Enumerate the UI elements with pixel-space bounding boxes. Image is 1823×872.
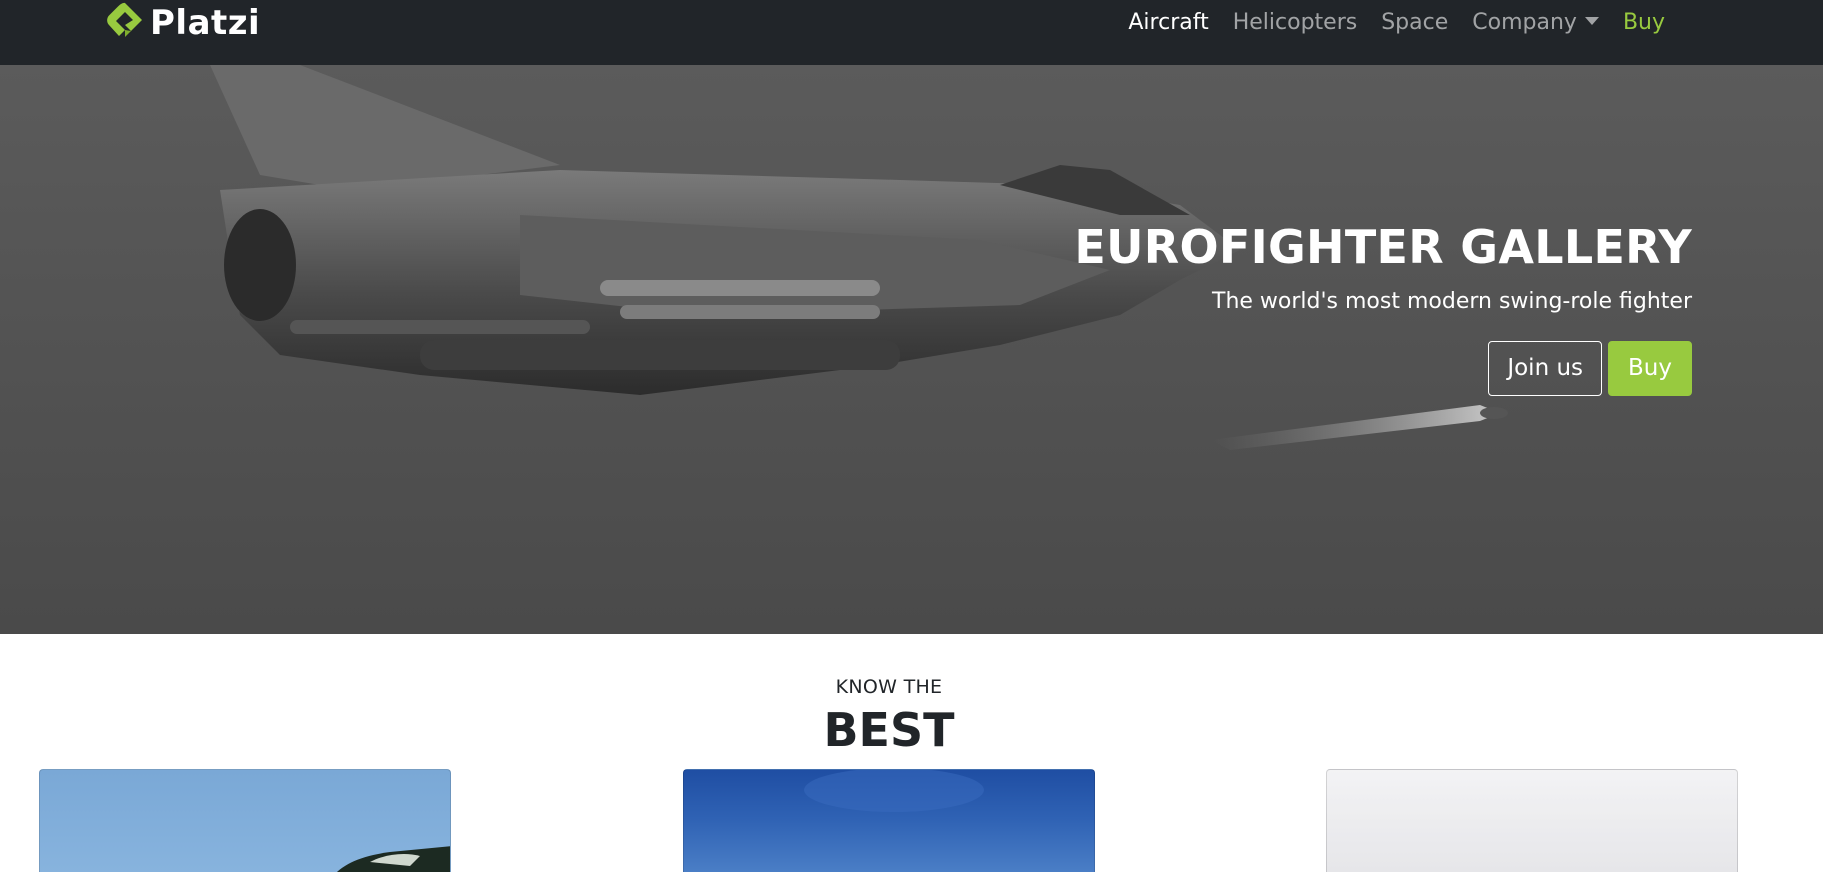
brand-name: Platzi bbox=[150, 3, 261, 43]
hero-title: EUROFIGHTER GALLERY bbox=[1074, 220, 1692, 274]
top-navbar: Platzi Aircraft Helicopters Space Compan… bbox=[0, 0, 1823, 65]
nav-dropdown-company[interactable]: Company bbox=[1472, 0, 1599, 46]
gallery-card-2-image[interactable] bbox=[683, 769, 1095, 872]
gallery-card-1-image[interactable] bbox=[39, 769, 451, 872]
caret-down-icon bbox=[1584, 17, 1599, 25]
section-kicker: KNOW THE bbox=[835, 676, 943, 698]
blue-sky-image bbox=[804, 770, 984, 812]
section-title: BEST bbox=[823, 703, 955, 757]
nav-link-helicopters[interactable]: Helicopters bbox=[1233, 0, 1358, 46]
hero-subtitle: The world's most modern swing-role fight… bbox=[1212, 289, 1692, 314]
jet-closeup-image bbox=[336, 846, 450, 872]
join-us-button[interactable]: Join us bbox=[1488, 341, 1603, 396]
nav-link-buy[interactable]: Buy bbox=[1623, 0, 1665, 46]
platzi-logo-icon bbox=[107, 2, 142, 37]
main-nav: Aircraft Helicopters Space Company Buy bbox=[1104, 0, 1665, 46]
hero-content: EUROFIGHTER GALLERY The world's most mod… bbox=[1074, 219, 1692, 396]
brand-link[interactable]: Platzi bbox=[104, 0, 260, 46]
nav-link-space[interactable]: Space bbox=[1381, 0, 1448, 46]
nav-link-aircraft[interactable]: Aircraft bbox=[1128, 0, 1208, 46]
hero-banner: EUROFIGHTER GALLERY The world's most mod… bbox=[0, 65, 1823, 634]
gallery-card-3-image[interactable] bbox=[1326, 769, 1738, 872]
hero-actions: Join us Buy bbox=[1074, 341, 1692, 396]
nav-link-company-label: Company bbox=[1472, 10, 1577, 35]
hero-buy-button[interactable]: Buy bbox=[1608, 341, 1692, 396]
white-sky-image bbox=[1327, 770, 1737, 872]
